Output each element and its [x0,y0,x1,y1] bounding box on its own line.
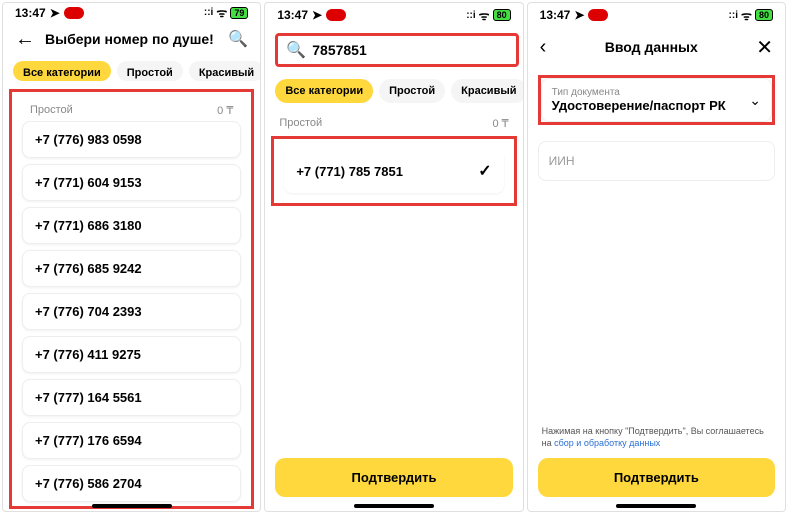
chip-beautiful[interactable]: Красивый [189,61,261,81]
chevron-down-icon: ⌄ [749,92,761,109]
screen-data-entry: 13:47 ➤ ::i ᯤ 80 ‹ Ввод данных ✕ Тип док… [527,2,786,512]
confirm-button[interactable]: Подтвердить [538,458,775,497]
wifi-icon: ᯤ [216,4,227,21]
number-card[interactable]: +7 (776) 411 9275 [22,336,241,373]
wifi-icon: ᯤ [479,7,490,24]
section-label: Простой [30,104,73,117]
chip-simple[interactable]: Простой [117,61,183,81]
location-icon: ➤ [574,8,584,22]
consent-link[interactable]: сбор и обработку данных [554,438,660,448]
record-icon [588,9,608,21]
number-card[interactable]: +7 (777) 164 5561 [22,379,241,416]
signal-icon: ::i [729,10,738,21]
record-icon [326,9,346,21]
number-card[interactable]: +7 (776) 704 2393 [22,293,241,330]
page-title: Ввод данных [556,39,746,55]
location-icon: ➤ [50,6,60,20]
battery-icon: 79 [230,7,248,19]
status-time: 13:47 [540,8,571,22]
iin-input[interactable]: ИИН [538,141,775,181]
search-bar: 🔍 ✕ [265,27,522,73]
search-input-wrap: 🔍 [275,33,519,67]
back-icon[interactable]: ← [15,28,35,51]
status-bar: 13:47 ➤ ::i ᯤ 79 [3,3,260,23]
confirm-button[interactable]: Подтвердить [275,458,512,497]
home-indicator[interactable] [354,504,434,508]
wifi-icon: ᯤ [741,7,752,24]
search-input[interactable] [312,42,508,58]
screen-number-list: 13:47 ➤ ::i ᯤ 79 ← Выбери номер по душе!… [2,2,261,512]
highlighted-area: Тип документа Удостоверение/паспорт РК ⌄ [538,75,775,125]
check-icon: ✓ [478,161,491,181]
chip-beautiful[interactable]: Красивый [451,79,523,103]
header: ‹ Ввод данных ✕ [528,27,785,67]
home-indicator[interactable] [616,504,696,508]
battery-icon: 80 [493,9,511,21]
document-type-select[interactable]: Тип документа Удостоверение/паспорт РК ⌄ [541,78,772,122]
number-card[interactable]: +7 (777) 176 6594 [22,422,241,459]
category-chips: Все категории Простой Красивый V [265,73,522,109]
section-header: Простой 0 ₸ [265,109,522,134]
screen-search-result: 13:47 ➤ ::i ᯤ 80 🔍 ✕ Все категории Прост… [264,2,523,512]
number-card[interactable]: +7 (776) 586 2704 [22,465,241,502]
chip-simple[interactable]: Простой [379,79,445,103]
location-icon: ➤ [312,8,322,22]
document-type-label: Тип документа [552,87,726,98]
result-card[interactable]: +7 (771) 785 7851 ✓ [284,149,503,193]
page-title: Выбери номер по душе! [45,31,218,47]
number-list: +7 (776) 983 0598 +7 (771) 604 9153 +7 (… [16,121,247,502]
chip-all[interactable]: Все категории [13,61,111,81]
header: ← Выбери номер по душе! 🔍 [3,23,260,56]
section-header: Простой 0 ₸ [16,96,247,121]
signal-icon: ::i [466,10,475,21]
section-price: 0 ₸ [492,117,508,130]
search-icon[interactable]: 🔍 [228,29,248,49]
category-chips: Все категории Простой Красивый V [3,55,260,87]
number-card[interactable]: +7 (776) 685 9242 [22,250,241,287]
record-icon [64,7,84,19]
battery-icon: 80 [755,9,773,21]
section-label: Простой [279,117,322,130]
close-icon[interactable]: ✕ [756,35,773,60]
number-card[interactable]: +7 (771) 604 9153 [22,164,241,201]
status-time: 13:47 [277,8,308,22]
highlighted-area: Простой 0 ₸ +7 (776) 983 0598 +7 (771) 6… [9,89,254,509]
status-time: 13:47 [15,6,46,20]
document-type-value: Удостоверение/паспорт РК [552,98,726,113]
number-card[interactable]: +7 (771) 686 3180 [22,207,241,244]
home-indicator[interactable] [92,504,172,508]
number-card[interactable]: +7 (776) 983 0598 [22,121,241,158]
status-bar: 13:47 ➤ ::i ᯤ 80 [528,3,785,27]
section-price: 0 ₸ [217,104,233,117]
back-icon[interactable]: ‹ [540,36,547,59]
consent-text: Нажимая на кнопку "Подтвердить", Вы согл… [528,425,785,458]
highlighted-area: +7 (771) 785 7851 ✓ [271,136,516,206]
signal-icon: ::i [204,7,213,18]
chip-all[interactable]: Все категории [275,79,373,103]
status-bar: 13:47 ➤ ::i ᯤ 80 [265,3,522,27]
search-icon: 🔍 [286,40,306,60]
result-number: +7 (771) 785 7851 [296,164,403,179]
